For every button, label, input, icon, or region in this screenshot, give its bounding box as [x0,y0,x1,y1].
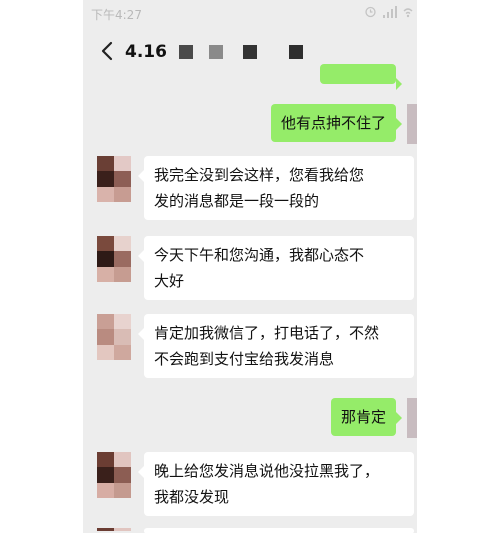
message-list: 他有点抻不住了 我完全没到会这样，您看我给您 发的消息都是一段一段的 今天下午和… [83,64,417,533]
message-bubble-partial [144,528,414,533]
contact-avatar[interactable] [97,314,131,360]
wifi-icon [403,7,413,17]
message-bubble-self[interactable]: 他有点抻不住了 [270,104,403,142]
self-avatar [407,104,417,144]
message-text-line: 发的消息都是一段一段的 [154,192,320,210]
message-text-line: 今天下午和您沟通，我都心态不 [154,246,365,264]
status-icons [364,5,413,18]
message-text-line: 大好 [154,272,185,290]
back-arrow-icon[interactable] [97,40,119,62]
signal-icon [383,5,397,18]
redacted-name-block [289,45,303,59]
message-bubble-contact[interactable]: 今天下午和您沟通，我都心态不 大好 [138,236,414,300]
alarm-icon [365,6,376,18]
contact-avatar[interactable] [97,156,131,202]
message-bubble-contact[interactable]: 晚上给您发消息说他没拉黑我了， 我都没发现 [138,452,414,516]
message-text-line: 我都没发现 [154,488,230,506]
redacted-name-block [209,45,223,59]
contact-avatar[interactable] [97,236,131,282]
message-text: 那肯定 [340,408,386,426]
phone-screen: 下午4:27 4.16 他有点抻不住了 我完全没到会这样，您看我给您 发的消息都… [83,0,417,533]
redacted-name-block [179,45,193,59]
status-bar: 下午4:27 [83,0,417,26]
message-text-line: 我完全没到会这样，您看我给您 [154,166,365,184]
contact-avatar[interactable] [97,452,131,498]
message-text-line: 肯定加我微信了，打电话了，不然 [154,324,380,342]
message-text-line: 晚上给您发消息说他没拉黑我了， [154,462,380,480]
message-bubble-partial [320,64,402,90]
self-avatar [407,398,417,438]
chat-title: 4.16 [125,42,167,62]
message-bubble-self[interactable]: 那肯定 [330,398,403,436]
message-text: 他有点抻不住了 [280,114,386,132]
message-bubble-contact[interactable]: 肯定加我微信了，打电话了，不然 不会跑到支付宝给我发消息 [138,314,414,378]
redacted-name-block [243,45,257,59]
message-text-line: 不会跑到支付宝给我发消息 [154,350,335,368]
status-time: 下午4:27 [91,8,142,22]
message-bubble-contact[interactable]: 我完全没到会这样，您看我给您 发的消息都是一段一段的 [138,156,414,220]
contact-avatar[interactable] [97,528,131,533]
